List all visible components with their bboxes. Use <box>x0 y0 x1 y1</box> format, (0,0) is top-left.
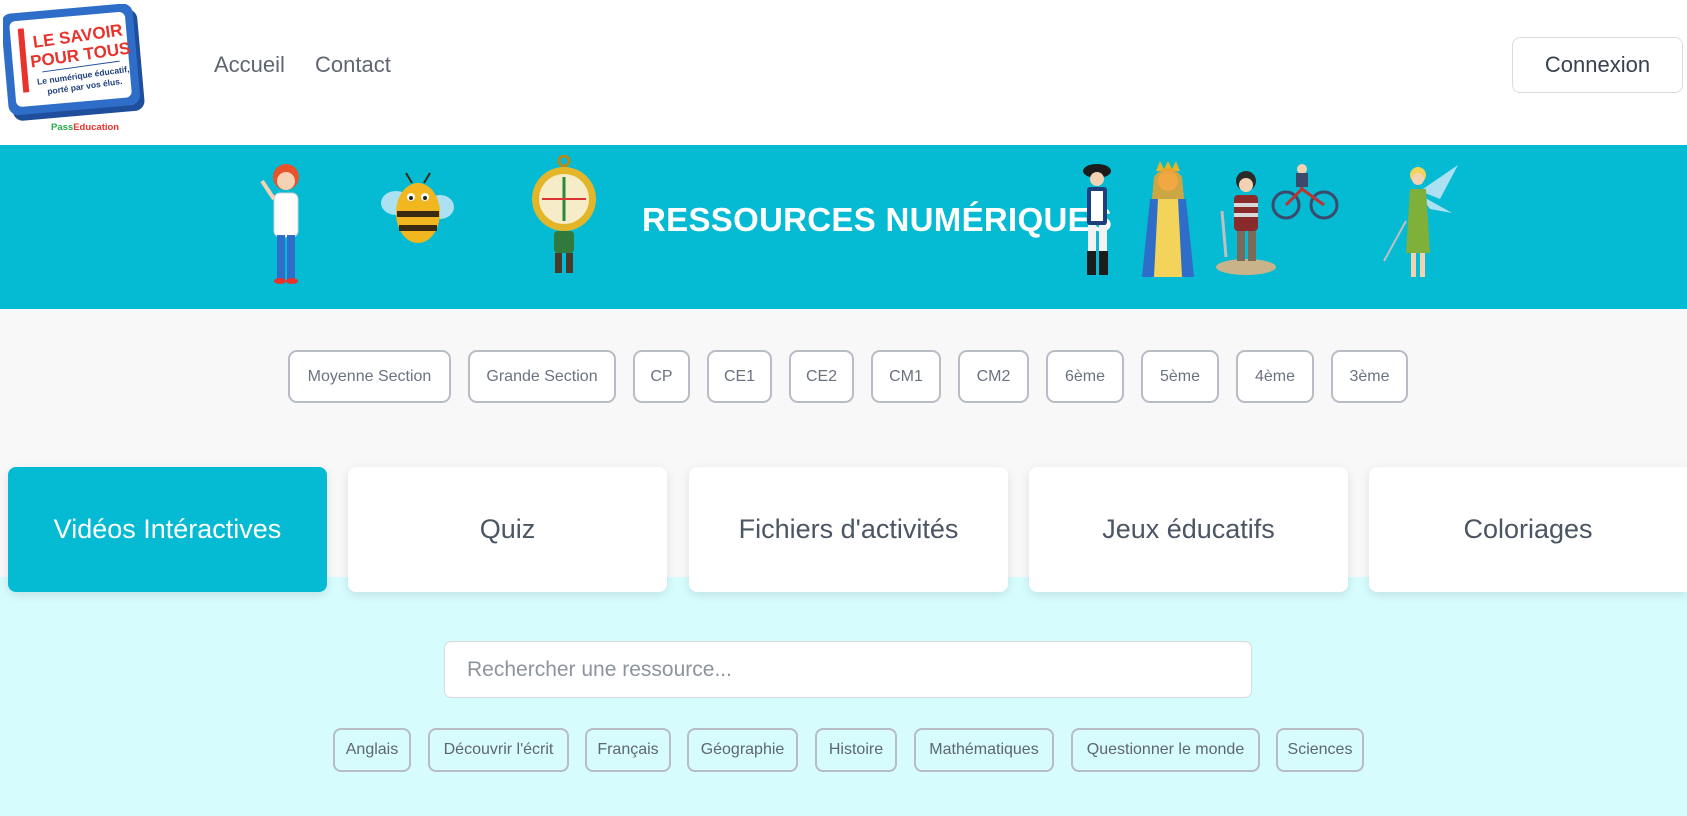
level-3eme[interactable]: 3ème <box>1331 350 1408 403</box>
category-quiz[interactable]: Quiz <box>348 467 667 592</box>
logo-brand: PassEducation <box>51 122 119 132</box>
subject-mathematiques[interactable]: Mathématiques <box>914 728 1054 772</box>
site-header: LE SAVOIR POUR TOUS Le numérique éducati… <box>0 0 1687 145</box>
subject-anglais[interactable]: Anglais <box>333 728 411 772</box>
subject-histoire[interactable]: Histoire <box>815 728 897 772</box>
napoleon-illustration <box>1083 164 1111 275</box>
subject-questionner-le-monde[interactable]: Questionner le monde <box>1071 728 1260 772</box>
subject-francais[interactable]: Français <box>585 728 671 772</box>
subject-geographie[interactable]: Géographie <box>687 728 798 772</box>
queen-illustration <box>1142 161 1194 277</box>
banner-title: RESSOURCES NUMÉRIQUES <box>642 201 1113 238</box>
knight-illustration <box>1216 171 1276 275</box>
cyclist-illustration <box>1271 164 1339 220</box>
level-cm2[interactable]: CM2 <box>958 350 1029 403</box>
level-cp[interactable]: CP <box>633 350 690 403</box>
level-6eme[interactable]: 6ème <box>1046 350 1124 403</box>
subject-decouvrir-ecrit[interactable]: Découvrir l'écrit <box>428 728 569 772</box>
level-4eme[interactable]: 4ème <box>1236 350 1314 403</box>
resources-banner: RESSOURCES NUMÉRIQUES <box>0 145 1687 309</box>
subject-sciences[interactable]: Sciences <box>1276 728 1364 772</box>
category-videos-interactives[interactable]: Vidéos Intéractives <box>8 467 327 592</box>
level-ce2[interactable]: CE2 <box>789 350 854 403</box>
site-logo[interactable]: LE SAVOIR POUR TOUS Le numérique éducati… <box>3 4 148 132</box>
bee-illustration <box>381 172 454 243</box>
search-input[interactable] <box>444 641 1252 698</box>
nav-contact[interactable]: Contact <box>315 52 391 78</box>
fairy-illustration <box>1383 165 1458 277</box>
level-cm1[interactable]: CM1 <box>871 350 941 403</box>
level-ce1[interactable]: CE1 <box>707 350 772 403</box>
level-moyenne-section[interactable]: Moyenne Section <box>288 350 451 403</box>
level-5eme[interactable]: 5ème <box>1141 350 1219 403</box>
login-button[interactable]: Connexion <box>1512 37 1683 93</box>
category-jeux-educatifs[interactable]: Jeux éducatifs <box>1029 467 1348 592</box>
level-grande-section[interactable]: Grande Section <box>468 350 616 403</box>
category-coloriages[interactable]: Coloriages <box>1369 467 1687 592</box>
scientist-illustration <box>260 164 299 284</box>
category-fichiers-activites[interactable]: Fichiers d'activités <box>689 467 1008 592</box>
compass-character-illustration <box>532 155 596 273</box>
nav-accueil[interactable]: Accueil <box>214 52 285 78</box>
